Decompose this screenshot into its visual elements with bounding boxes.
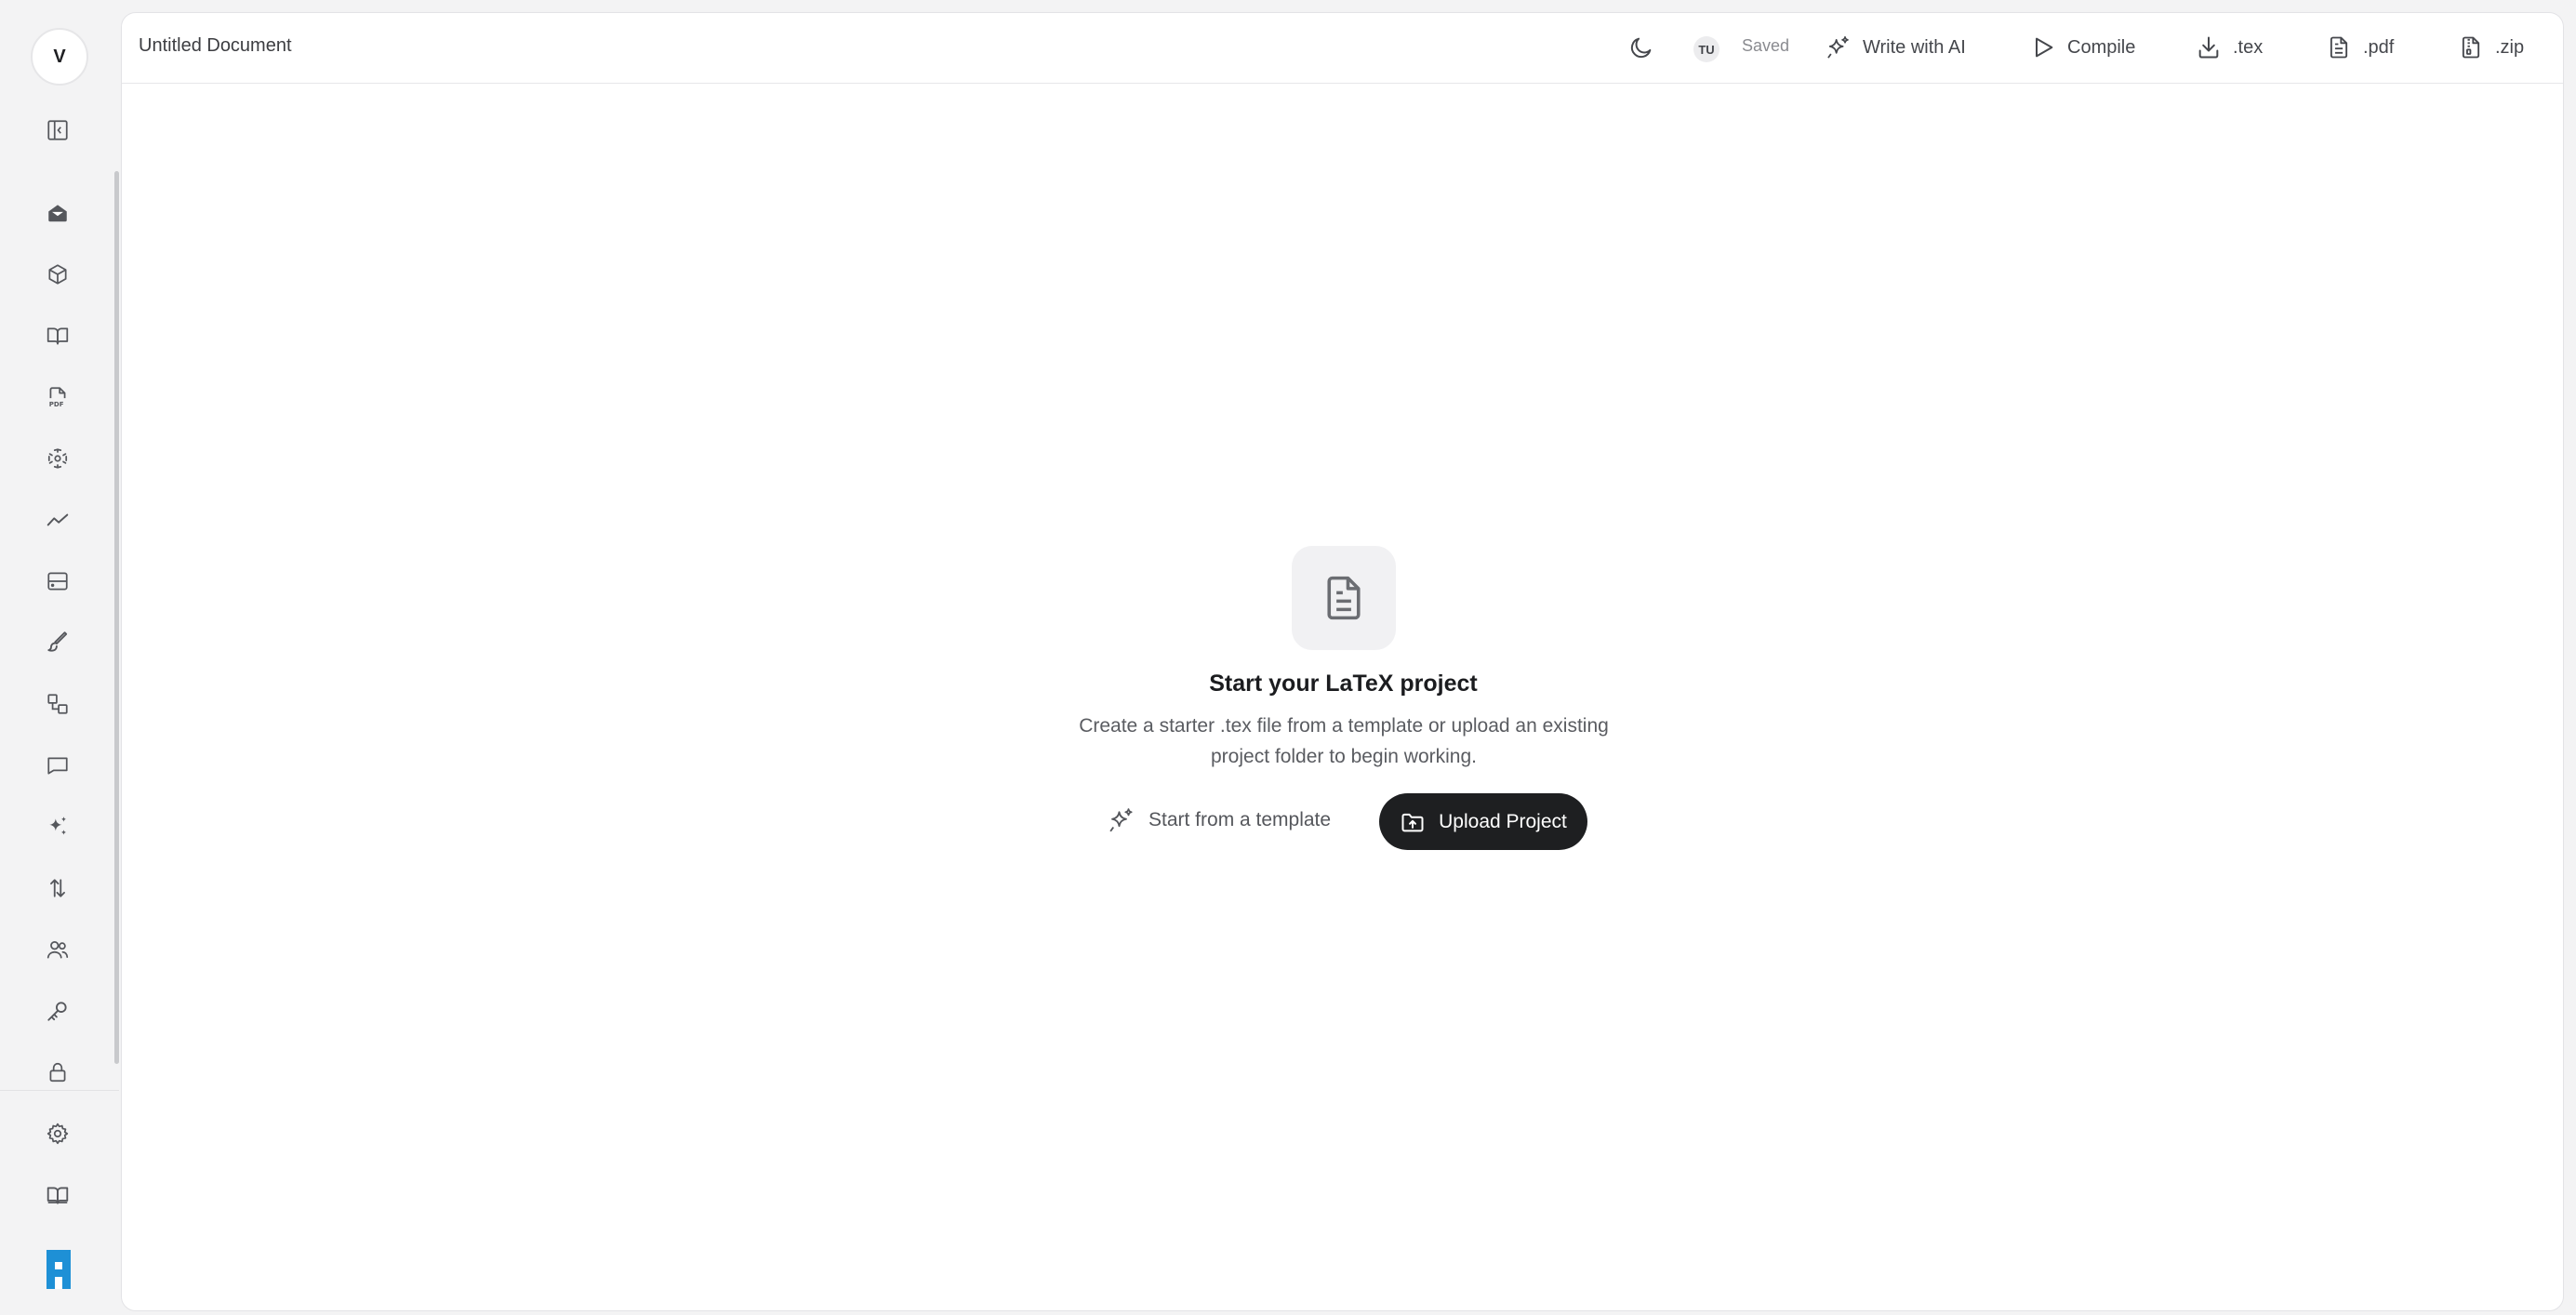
write-with-ai-label: Write with AI xyxy=(1863,36,1966,58)
download-pdf-button[interactable]: .pdf xyxy=(2326,29,2394,66)
empty-state-illustration xyxy=(1292,546,1396,650)
shapes-icon xyxy=(47,694,68,714)
sidebar-item-analytics[interactable] xyxy=(39,501,76,538)
cube-icon xyxy=(48,264,67,285)
book-icon xyxy=(46,1187,69,1204)
folder-upload-icon xyxy=(1401,813,1424,831)
sidebar-scrollbar[interactable] xyxy=(114,171,119,1064)
compile-label: Compile xyxy=(2067,36,2136,58)
sidebar-toggle-button[interactable] xyxy=(39,112,76,149)
upload-project-label: Upload Project xyxy=(1439,810,1567,832)
key-icon xyxy=(47,1002,67,1021)
empty-state-title: Start your LaTeX project xyxy=(1209,671,1478,697)
download-tex-label: .tex xyxy=(2233,36,2264,58)
network-icon xyxy=(47,448,68,469)
save-status: Saved xyxy=(1742,36,1790,55)
sidebar-item-storage[interactable] xyxy=(39,563,76,600)
editor-panel: Untitled Document TU Saved Write with AI… xyxy=(121,12,2564,1311)
sidebar-item-home[interactable] xyxy=(39,194,76,232)
panel-left-icon xyxy=(47,120,68,140)
top-toolbar: Untitled Document TU Saved Write with AI… xyxy=(122,13,2563,84)
document-title[interactable]: Untitled Document xyxy=(139,35,292,57)
sidebar-item-security[interactable] xyxy=(39,1054,76,1091)
sparkles-icon xyxy=(49,817,67,835)
compile-button[interactable]: Compile xyxy=(2030,29,2135,66)
chat-icon xyxy=(47,757,68,775)
download-zip-button[interactable]: .zip xyxy=(2458,29,2524,66)
file-text-icon xyxy=(2330,36,2348,59)
pdf-file-icon: PDF xyxy=(49,387,66,408)
sidebar-item-pdf[interactable]: PDF xyxy=(39,379,76,416)
user-avatar[interactable]: V xyxy=(31,28,88,86)
theme-toggle-button[interactable] xyxy=(1628,29,1654,66)
arrows-updown-icon xyxy=(50,879,65,897)
users-icon xyxy=(46,941,69,959)
sidebar-divider xyxy=(0,1090,119,1091)
user-initials-badge[interactable]: TU xyxy=(1693,36,1720,62)
book-open-icon xyxy=(46,327,69,345)
start-from-template-label: Start from a template xyxy=(1149,809,1332,830)
empty-state-description: Create a starter .tex file from a templa… xyxy=(1079,715,1609,767)
sparkles-icon xyxy=(1827,36,1849,59)
trend-icon xyxy=(46,513,69,526)
sidebar-item-users[interactable] xyxy=(39,931,76,968)
sidebar-item-library[interactable] xyxy=(39,317,76,354)
download-icon xyxy=(2198,36,2219,59)
sparkles-icon xyxy=(1109,808,1133,832)
gear-icon xyxy=(46,1122,69,1145)
sidebar-item-packages[interactable] xyxy=(39,256,76,293)
sidebar-item-draw[interactable] xyxy=(39,624,76,661)
moon-icon xyxy=(1630,37,1652,59)
inbox-icon xyxy=(48,205,67,222)
lock-icon xyxy=(49,1062,66,1083)
avatar-initial: V xyxy=(53,46,66,67)
sidebar-item-nodes[interactable] xyxy=(39,440,76,477)
document-icon xyxy=(1327,576,1361,620)
download-tex-button[interactable]: .tex xyxy=(2196,29,2263,66)
play-icon xyxy=(2036,37,2053,58)
sidebar-item-ai[interactable] xyxy=(39,808,76,845)
file-archive-icon xyxy=(2462,36,2480,59)
brush-icon xyxy=(47,631,68,652)
sidebar-item-settings[interactable] xyxy=(39,1115,76,1152)
write-with-ai-button[interactable]: Write with AI xyxy=(1826,29,1966,66)
upload-project-button[interactable]: Upload Project xyxy=(1379,793,1587,850)
brand-logo-icon xyxy=(46,1250,71,1289)
sidebar-item-docs[interactable] xyxy=(39,1176,76,1214)
sidebar-item-shapes[interactable] xyxy=(39,685,76,723)
start-from-template-button[interactable]: Start from a template xyxy=(1108,798,1331,843)
download-zip-label: .zip xyxy=(2495,36,2525,58)
sidebar-item-sort[interactable] xyxy=(39,870,76,907)
svg-text:PDF: PDF xyxy=(49,400,64,408)
sidebar: V PDF xyxy=(0,0,119,1315)
sidebar-item-comments[interactable] xyxy=(39,747,76,784)
sidebar-item-keys[interactable] xyxy=(39,992,76,1029)
download-pdf-label: .pdf xyxy=(2363,36,2395,58)
server-icon xyxy=(47,572,68,591)
